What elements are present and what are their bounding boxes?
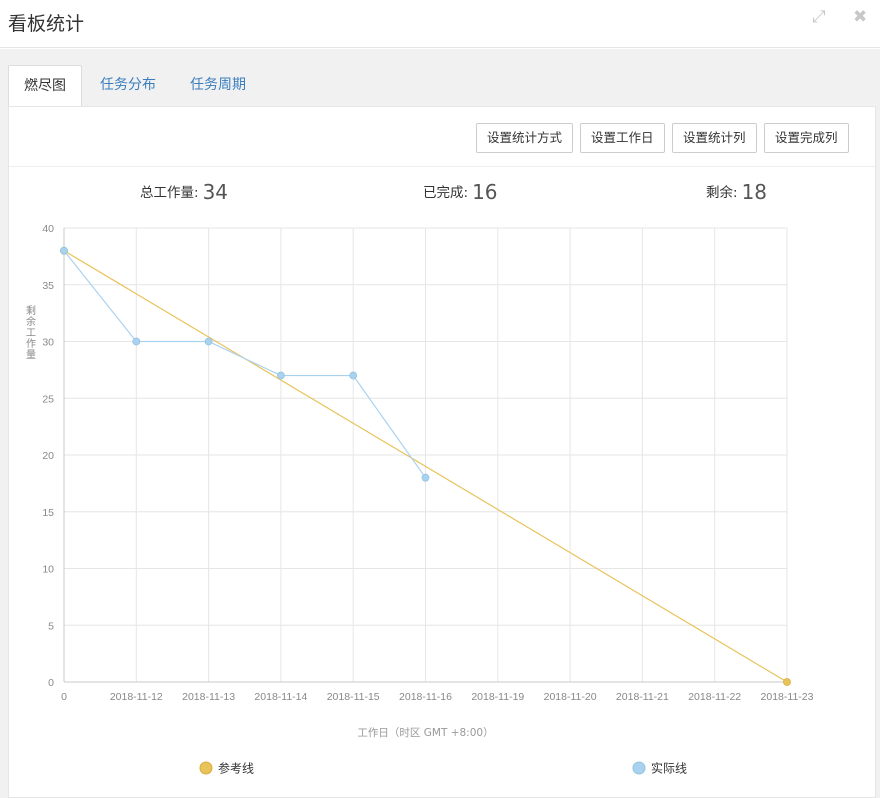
x-tick-label: 2018-11-15	[327, 691, 380, 703]
legend-label: 实际线	[651, 761, 687, 776]
x-tick-label: 2018-11-21	[616, 691, 669, 703]
legend-marker	[632, 761, 646, 775]
data-point	[204, 337, 213, 346]
data-point	[783, 678, 791, 686]
legend-marker	[199, 761, 213, 775]
set-workday-button[interactable]: 设置工作日	[580, 123, 665, 153]
x-axis-label: 工作日（时区 GMT +8:00）	[357, 727, 493, 739]
y-tick-label: 20	[42, 450, 54, 462]
tab-task-distribution[interactable]: 任务分布	[88, 65, 168, 107]
burndown-chart: 0 5 10 15 20 25 30 35 40 0 2018-11-12 2018-11-13 201…	[26, 223, 814, 776]
x-tick-label: 2018-11-14	[254, 691, 307, 703]
set-stat-columns-button[interactable]: 设置统计列	[672, 123, 757, 153]
y-tick-label: 5	[48, 620, 54, 632]
x-tick-label: 2018-11-19	[471, 691, 524, 703]
y-axis-label: 剩余工作量	[26, 304, 36, 361]
data-point	[60, 246, 68, 255]
y-tick-label: 0	[48, 677, 54, 689]
data-point	[349, 371, 358, 380]
x-tick-label: 2018-11-13	[182, 691, 235, 703]
x-tick-label: 0	[61, 691, 67, 703]
dialog-body: 燃尽图 任务分布 任务周期 设置统计方式 设置工作日 设置统计列 设置完成列 总…	[0, 49, 880, 798]
x-tick-label: 2018-11-22	[688, 691, 741, 703]
y-tick-label: 10	[42, 564, 54, 576]
tab-burndown[interactable]: 燃尽图	[8, 65, 82, 107]
y-tick-label: 15	[42, 507, 54, 519]
data-point	[276, 371, 285, 380]
set-done-columns-button[interactable]: 设置完成列	[764, 123, 849, 153]
data-point	[421, 473, 430, 482]
y-tick-label: 30	[42, 337, 54, 349]
tab-task-cycle[interactable]: 任务周期	[178, 65, 258, 107]
set-stat-method-button[interactable]: 设置统计方式	[476, 123, 574, 153]
window-title: 看板统计	[8, 13, 85, 35]
x-tick-label: 2018-11-23	[761, 691, 814, 703]
y-tick-label: 25	[42, 393, 54, 405]
y-tick-label: 40	[42, 223, 54, 235]
close-icon[interactable]: ✖	[853, 8, 867, 26]
x-tick-label: 2018-11-16	[399, 691, 452, 703]
x-tick-label: 2018-11-12	[110, 691, 163, 703]
legend-label: 参考线	[218, 761, 254, 776]
data-point	[132, 337, 141, 346]
expand-icon[interactable]: ⤢	[812, 8, 826, 26]
y-tick-label: 35	[42, 280, 54, 292]
burndown-panel: 设置统计方式 设置工作日 设置统计列 设置完成列 总工作量: 34 已完成: 16 …	[8, 106, 876, 798]
window-titlebar: 看板统计 ⤢ ✖	[0, 0, 880, 48]
x-tick-label: 2018-11-20	[544, 691, 597, 703]
